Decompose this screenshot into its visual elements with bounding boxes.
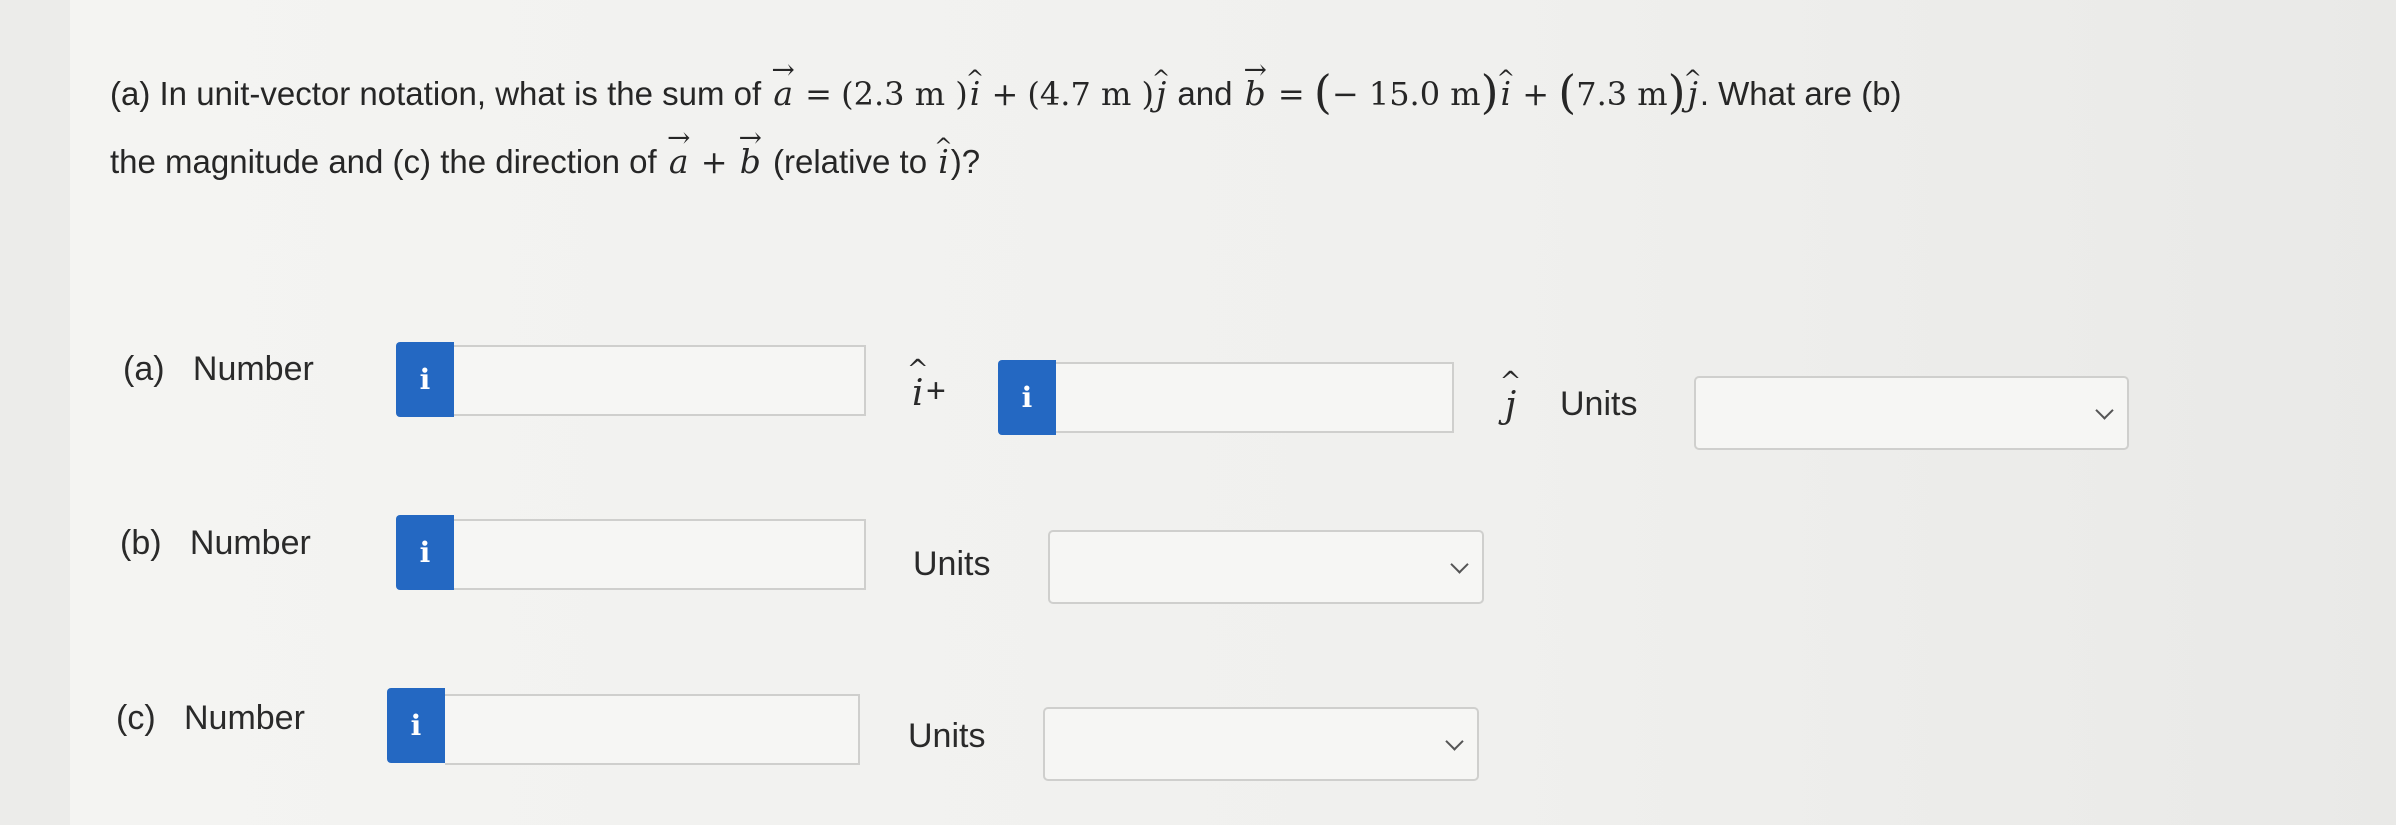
equals-sign: = xyxy=(805,75,832,113)
part-b-units-select[interactable] xyxy=(1048,530,1484,604)
question-line2-text: the magnitude and (c) the direction of xyxy=(110,143,657,180)
part-a-label: (a) Number xyxy=(123,350,314,388)
plus-sign: + xyxy=(1522,75,1550,113)
question-line-2: the magnitude and (c) the direction of a… xyxy=(110,142,981,181)
vector-a-y-component: (4.7 m ) xyxy=(1027,75,1154,113)
question-line-1: (a) In unit-vector notation, what is the… xyxy=(110,65,1902,119)
part-c-input[interactable] xyxy=(445,694,860,765)
vector-a-symbol: a xyxy=(666,128,692,196)
plus-sign: + xyxy=(991,75,1019,113)
part-b-units-label: Units xyxy=(913,545,991,583)
plus-sign: + xyxy=(700,143,728,181)
part-c-units-select[interactable] xyxy=(1043,707,1479,781)
and-text: and xyxy=(1177,75,1233,112)
what-are-text: . What are (b) xyxy=(1699,75,1902,112)
part-b-input[interactable] xyxy=(454,519,866,590)
paren-open: ( xyxy=(1558,65,1577,119)
i-hat-symbol: i xyxy=(968,60,983,128)
question-text: (a) In unit-vector notation, what is the… xyxy=(110,58,2290,196)
info-icon[interactable]: i xyxy=(396,515,454,590)
paren-open: ( xyxy=(1313,65,1332,119)
part-a-units-select[interactable] xyxy=(1694,376,2129,450)
i-hat-unit: i xyxy=(912,373,924,414)
chevron-down-icon xyxy=(1445,732,1464,751)
info-icon[interactable]: i xyxy=(396,342,454,417)
j-hat-symbol: j xyxy=(1154,60,1168,128)
vector-a-x-component: (2.3 m ) xyxy=(841,75,968,113)
vector-b-y-value: 7.3 m xyxy=(1576,75,1668,113)
vector-b-symbol: b xyxy=(737,128,764,196)
info-icon[interactable]: i xyxy=(387,688,445,763)
i-hat-symbol: i xyxy=(936,128,951,196)
question-intro: (a) In unit-vector notation, what is the… xyxy=(110,75,762,112)
equals-sign: = xyxy=(1277,75,1305,113)
j-hat-unit: j xyxy=(1505,385,1516,426)
info-icon[interactable]: i xyxy=(998,360,1056,435)
vector-b-symbol: b xyxy=(1242,60,1269,128)
relative-text: (relative to xyxy=(772,143,928,180)
chevron-down-icon xyxy=(2095,401,2114,420)
part-a-x-input[interactable] xyxy=(454,345,866,416)
j-hat-symbol: j xyxy=(1686,60,1700,128)
part-b-label: (b) Number xyxy=(120,524,311,562)
i-hat-symbol: i xyxy=(1499,60,1514,128)
part-a-units-label: Units xyxy=(1560,385,1638,423)
chevron-down-icon xyxy=(1450,555,1469,574)
part-c-label: (c) Number xyxy=(116,699,305,737)
relative-end: )? xyxy=(950,143,981,180)
vector-a-symbol: a xyxy=(770,60,796,128)
vector-b-x-value: − 15.0 m xyxy=(1331,75,1481,113)
part-c-units-label: Units xyxy=(908,717,986,755)
part-a-y-input[interactable] xyxy=(1056,362,1454,433)
plus-sign: + xyxy=(926,372,946,410)
